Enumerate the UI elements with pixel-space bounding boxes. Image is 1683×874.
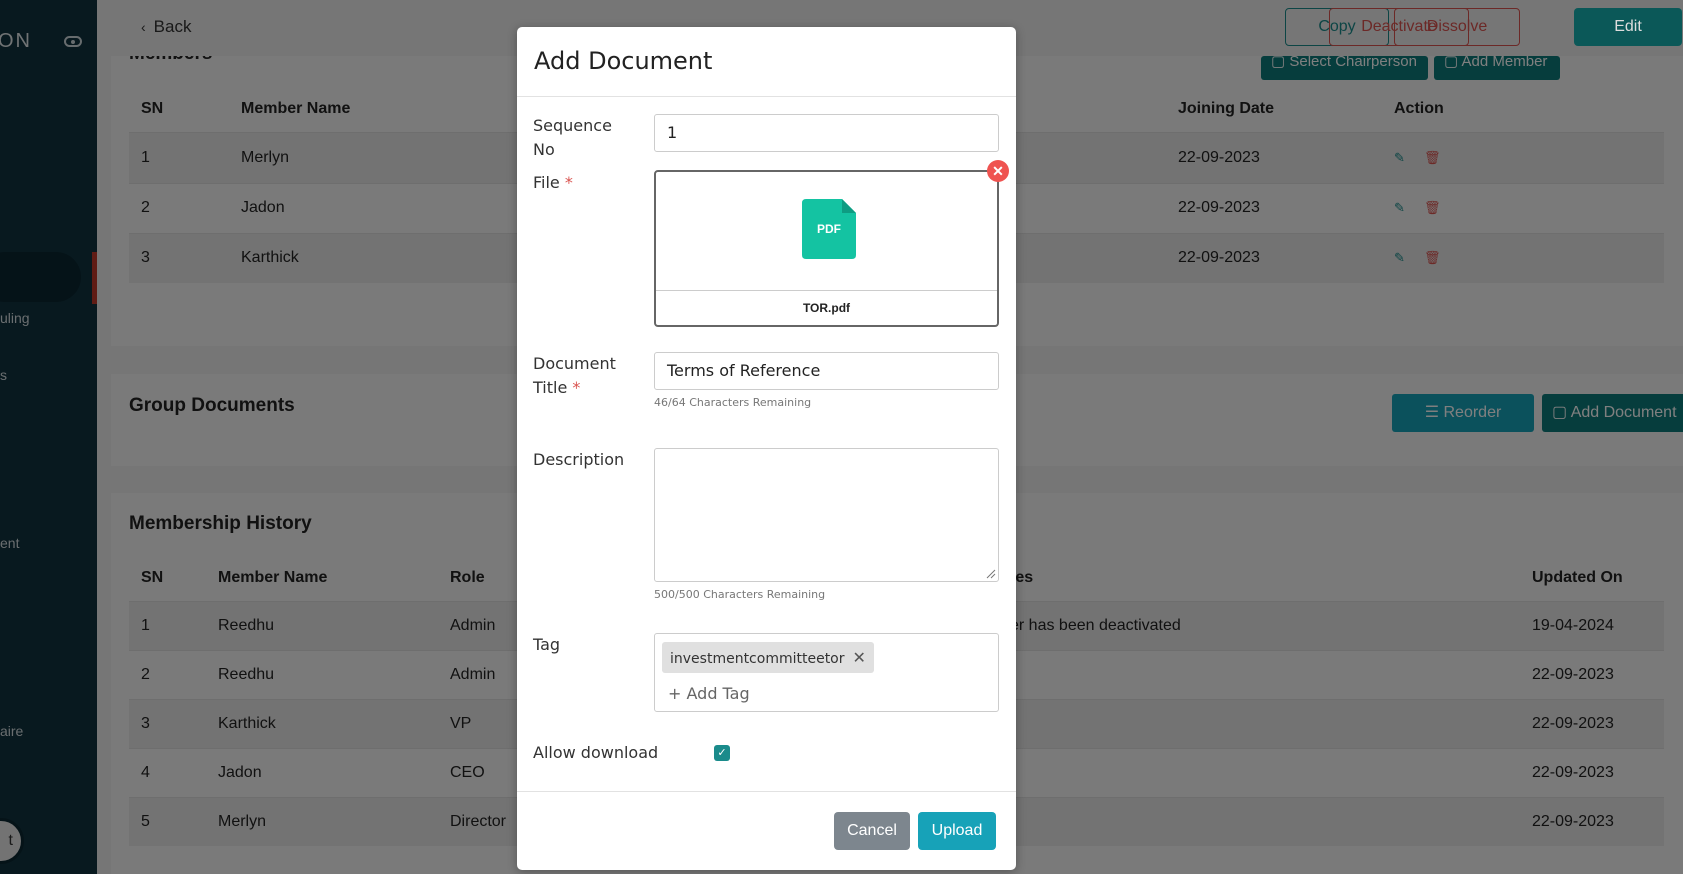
tag-label: Tag [533, 635, 561, 654]
allow-download-label: Allow download [533, 743, 659, 762]
modal-title: Add Document [534, 47, 713, 75]
modal-footer-divider [517, 791, 1016, 792]
add-tag-input[interactable]: + Add Tag [668, 684, 750, 703]
description-hint: 500/500 Characters Remaining [654, 588, 826, 601]
description-textarea[interactable] [654, 448, 999, 582]
description-label: Description [533, 450, 625, 469]
upload-button[interactable]: Upload [918, 812, 996, 850]
file-name: TOR.pdf [802, 301, 851, 315]
resize-handle-icon[interactable] [986, 569, 996, 579]
file-preview-divider [656, 290, 997, 291]
document-title-hint: 46/64 Characters Remaining [654, 396, 812, 409]
allow-download-checkbox[interactable]: ✓ [714, 745, 730, 761]
required-mark: * [572, 378, 581, 397]
required-mark: * [564, 173, 573, 192]
sequence-label: Sequence No [533, 116, 612, 159]
tag-input[interactable]: investmentcommitteetor ✕ + Add Tag [654, 633, 999, 712]
tag-chip: investmentcommitteetor ✕ [662, 642, 874, 673]
sequence-input[interactable]: 1 [654, 114, 999, 152]
pdf-badge: PDF [817, 222, 841, 236]
document-title-label: Document Title * [533, 354, 616, 397]
file-label: File * [533, 173, 573, 192]
remove-tag-icon[interactable]: ✕ [853, 648, 866, 667]
edit-button[interactable]: Edit [1574, 8, 1682, 46]
add-document-modal: Add Document Sequence No 1 File * PDF TO… [517, 27, 1016, 870]
document-title-input[interactable]: Terms of Reference [654, 352, 999, 390]
file-preview[interactable]: PDF TOR.pdf [654, 170, 999, 327]
modal-header-divider [517, 96, 1016, 97]
remove-file-icon[interactable]: ✕ [987, 160, 1009, 182]
cancel-button[interactable]: Cancel [834, 812, 910, 850]
